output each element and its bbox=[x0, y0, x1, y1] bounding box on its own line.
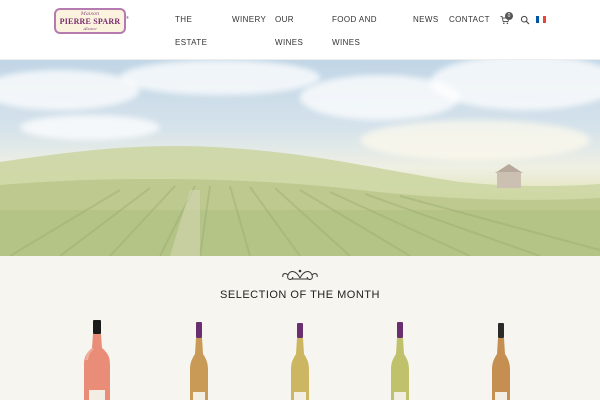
french-flag-icon[interactable] bbox=[536, 16, 546, 23]
nav-contact[interactable]: CONTACT bbox=[449, 8, 490, 31]
wine-bottle-5[interactable] bbox=[491, 320, 511, 400]
brand-logo[interactable]: Maison PIERRE SPARR Alsace ® bbox=[54, 8, 129, 34]
nav-the-estate-line2[interactable]: ESTATE bbox=[175, 31, 207, 54]
wine-bottle-1[interactable] bbox=[83, 320, 111, 400]
site-header: Maison PIERRE SPARR Alsace ® THE ESTATE … bbox=[0, 0, 600, 60]
nav-our-wines-line1[interactable]: OUR bbox=[275, 8, 294, 31]
nav-food-line1[interactable]: FOOD AND bbox=[332, 8, 377, 31]
wine-bottle-2[interactable] bbox=[189, 320, 209, 400]
search-icon[interactable] bbox=[520, 15, 530, 25]
hero-vineyard-image bbox=[0, 60, 600, 256]
logo-tagline: Alsace bbox=[83, 25, 97, 31]
nav-food-line2[interactable]: WINES bbox=[332, 31, 360, 54]
nav-our-wines-line2[interactable]: WINES bbox=[275, 31, 303, 54]
section-title: SELECTION OF THE MONTH bbox=[220, 289, 380, 301]
logo-name: PIERRE SPARR bbox=[59, 16, 121, 26]
wine-bottle-4[interactable] bbox=[390, 320, 410, 400]
nav-winery[interactable]: WINERY bbox=[232, 8, 266, 31]
cart-count-badge: 0 bbox=[505, 12, 513, 20]
logo-registered-mark: ® bbox=[126, 15, 129, 20]
ornament-divider-icon bbox=[282, 269, 318, 280]
nav-news[interactable]: NEWS bbox=[413, 8, 439, 31]
wine-bottle-3[interactable] bbox=[290, 320, 310, 400]
nav-the-estate-line1[interactable]: THE bbox=[175, 8, 192, 31]
